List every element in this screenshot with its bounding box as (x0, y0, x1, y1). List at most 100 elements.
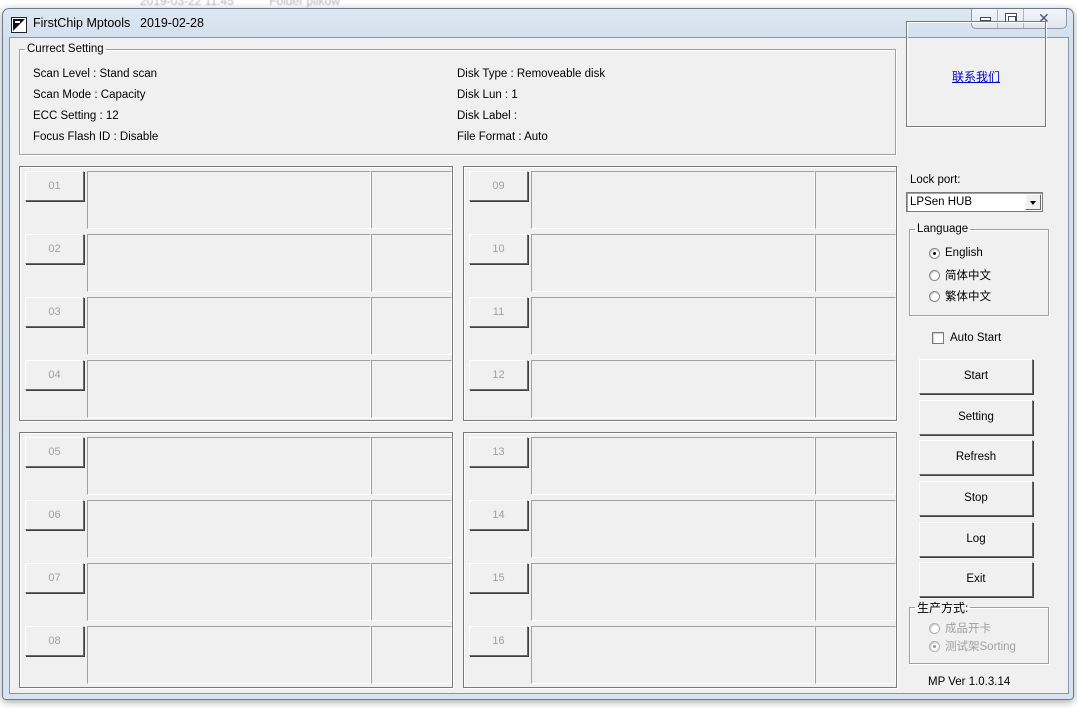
current-setting-legend: Currect Setting (27, 43, 104, 55)
radio-english[interactable] (929, 247, 940, 259)
app-window: FirstChip Mptools 2019-02-28 ✕ Currect S… (2, 8, 1074, 700)
production-finished-label: 成品开卡 (945, 623, 991, 635)
auto-start-checkbox[interactable] (932, 332, 944, 344)
language-legend: Language (917, 223, 969, 235)
production-option-sorting[interactable]: 测试架Sorting (929, 638, 1016, 654)
slot-result-panel (815, 437, 896, 495)
contact-box: 联系我们 (906, 21, 1046, 127)
background-window-text: 2019-03-22 11:45 Folder plikow (140, 0, 372, 8)
slot-result-panel (815, 360, 896, 418)
slot-status-panel (87, 234, 371, 292)
lock-port-value: LPSen HUB (910, 196, 973, 208)
slot-row: 14 (464, 496, 896, 558)
setting-disk-lun: Disk Lun : 1 (457, 89, 518, 101)
setting-button[interactable]: Setting (919, 400, 1033, 435)
radio-traditional-chinese[interactable] (929, 290, 940, 302)
slot-result-panel (371, 171, 452, 229)
slot-status-panel (531, 563, 815, 621)
slot-result-panel (371, 360, 452, 418)
slot-button[interactable]: 11 (469, 297, 528, 327)
contact-us-link[interactable]: 联系我们 (907, 68, 1045, 85)
slot-button[interactable]: 08 (25, 626, 84, 656)
production-sorting-label: 测试架Sorting (945, 641, 1016, 653)
setting-focus-flash-id: Focus Flash ID : Disable (33, 131, 159, 143)
slot-result-panel (371, 297, 452, 355)
slot-button[interactable]: 04 (25, 360, 84, 390)
slot-button[interactable]: 05 (25, 437, 84, 467)
slot-status-panel (531, 626, 815, 684)
slot-button[interactable]: 09 (469, 171, 528, 201)
slot-button[interactable]: 07 (25, 563, 84, 593)
language-option-english[interactable]: English (929, 247, 983, 259)
slot-row: 04 (20, 356, 452, 418)
window-title: FirstChip Mptools (33, 16, 131, 30)
refresh-button[interactable]: Refresh (919, 440, 1033, 475)
slot-row: 07 (20, 559, 452, 621)
slot-row: 10 (464, 230, 896, 292)
language-traditional-label: 繁体中文 (945, 291, 991, 303)
radio-simplified-chinese[interactable] (929, 269, 940, 281)
slot-result-panel (371, 563, 452, 621)
slot-result-panel (815, 234, 896, 292)
slot-status-panel (87, 563, 371, 621)
slot-button[interactable]: 15 (469, 563, 528, 593)
radio-sorting[interactable] (929, 640, 940, 652)
log-button[interactable]: Log (919, 522, 1033, 557)
window-title-date: 2019-02-28 (140, 16, 204, 30)
slot-button[interactable]: 01 (25, 171, 84, 201)
slot-group-3: 05 06 07 08 (19, 432, 453, 688)
language-simplified-label: 简体中文 (945, 270, 991, 282)
slot-status-panel (87, 297, 371, 355)
language-option-simplified[interactable]: 简体中文 (929, 267, 991, 283)
slot-result-panel (371, 626, 452, 684)
radio-finished-card[interactable] (929, 622, 940, 634)
slot-row: 16 (464, 622, 896, 684)
slot-row: 12 (464, 356, 896, 418)
setting-file-format: File Format : Auto (457, 131, 548, 143)
language-option-traditional[interactable]: 繁体中文 (929, 288, 991, 304)
slot-button[interactable]: 02 (25, 234, 84, 264)
lock-port-select[interactable]: LPSen HUB (906, 192, 1043, 212)
app-icon[interactable] (11, 17, 27, 33)
slot-button[interactable]: 12 (469, 360, 528, 390)
slot-button[interactable]: 16 (469, 626, 528, 656)
slot-status-panel (531, 437, 815, 495)
exit-button[interactable]: Exit (919, 562, 1033, 597)
version-label: MP Ver 1.0.3.14 (928, 676, 1011, 688)
client-area: Currect Setting Scan Level : Stand scan … (9, 37, 1069, 694)
slot-status-panel (531, 234, 815, 292)
slot-row: 08 (20, 622, 452, 684)
slot-group-4: 13 14 15 16 (463, 432, 897, 688)
stop-button[interactable]: Stop (919, 481, 1033, 516)
slot-button[interactable]: 06 (25, 500, 84, 530)
slot-result-panel (815, 563, 896, 621)
slot-status-panel (87, 500, 371, 558)
setting-scan-mode: Scan Mode : Capacity (33, 89, 146, 101)
slot-status-panel (531, 171, 815, 229)
auto-start-checkbox-row[interactable]: Auto Start (932, 332, 1001, 344)
slot-row: 15 (464, 559, 896, 621)
slot-result-panel (371, 234, 452, 292)
slot-status-panel (87, 360, 371, 418)
start-button[interactable]: Start (919, 359, 1033, 394)
slot-button[interactable]: 03 (25, 297, 84, 327)
production-mode-legend: 生产方式: (917, 601, 969, 615)
slot-button[interactable]: 14 (469, 500, 528, 530)
slot-result-panel (371, 500, 452, 558)
slot-result-panel (371, 437, 452, 495)
slot-button[interactable]: 10 (469, 234, 528, 264)
slot-button[interactable]: 13 (469, 437, 528, 467)
slot-group-1: 01 02 03 04 (19, 166, 453, 421)
slot-row: 06 (20, 496, 452, 558)
chevron-down-icon[interactable] (1025, 194, 1041, 210)
production-option-finished[interactable]: 成品开卡 (929, 620, 991, 636)
slot-result-panel (815, 297, 896, 355)
slot-result-panel (815, 171, 896, 229)
slot-row: 05 (20, 433, 452, 495)
slot-row: 11 (464, 293, 896, 355)
slot-row: 13 (464, 433, 896, 495)
auto-start-label: Auto Start (950, 332, 1002, 344)
setting-disk-type: Disk Type : Removeable disk (457, 68, 606, 80)
slot-row: 01 (20, 167, 452, 229)
slot-status-panel (531, 500, 815, 558)
